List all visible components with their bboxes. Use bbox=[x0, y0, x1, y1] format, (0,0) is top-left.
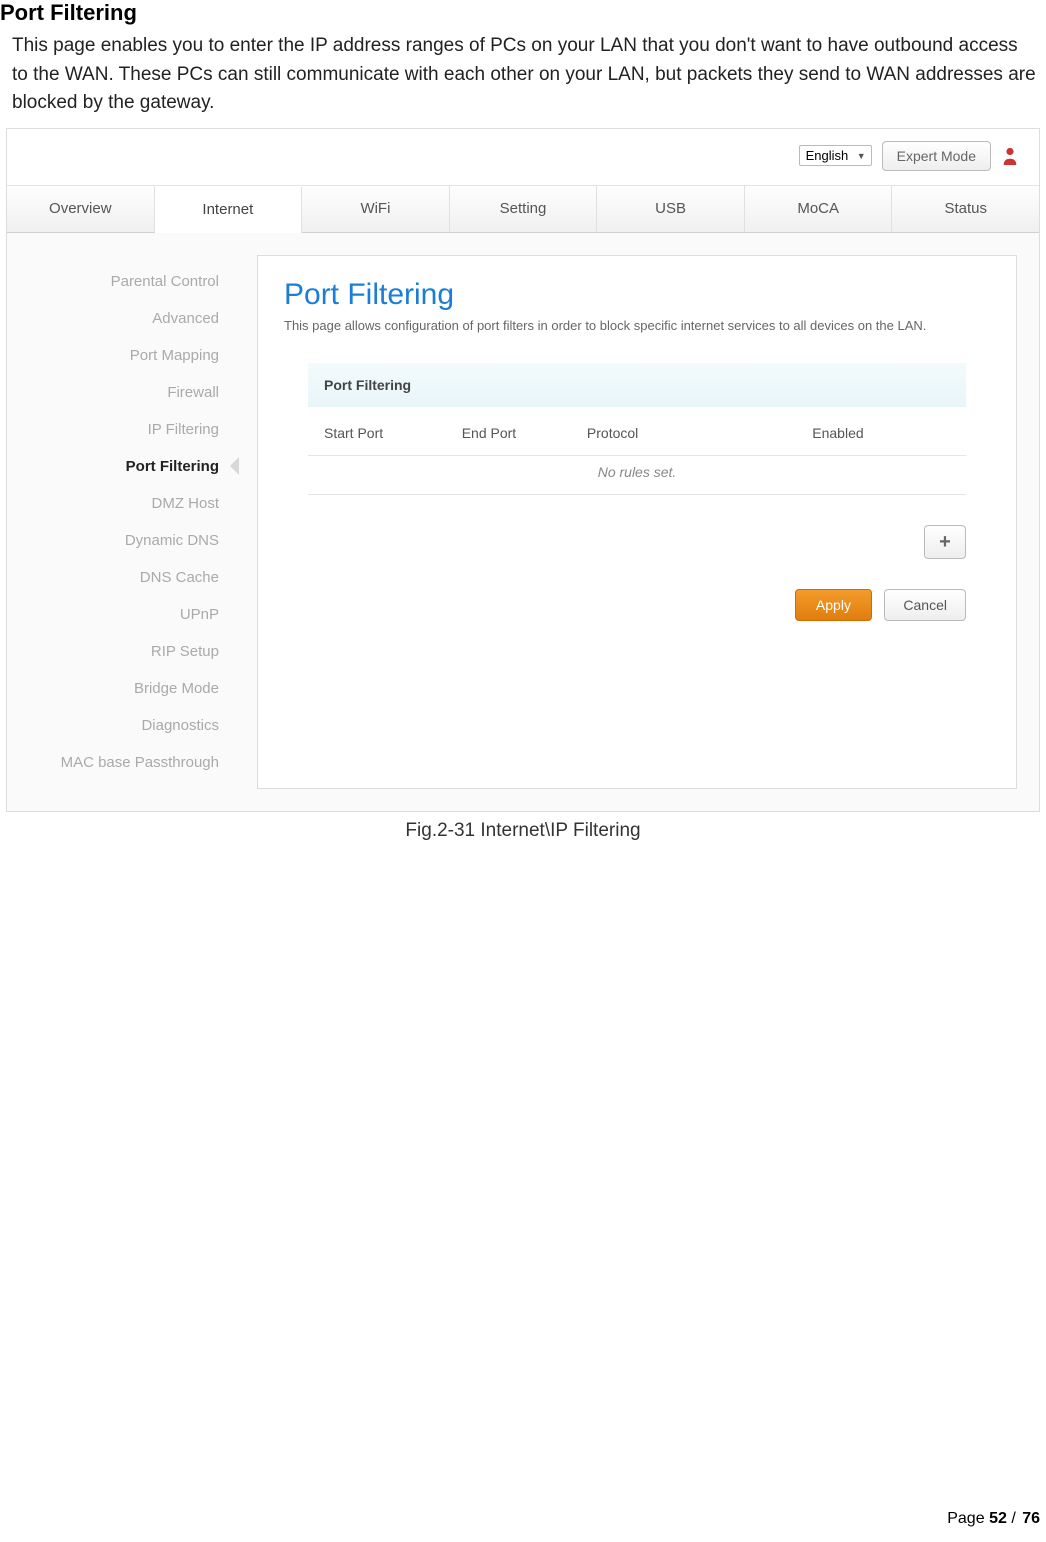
sidebar-item-ip-filtering[interactable]: IP Filtering bbox=[7, 411, 229, 448]
sidebar-item-mac-passthrough[interactable]: MAC base Passthrough bbox=[7, 744, 229, 781]
tab-moca[interactable]: MoCA bbox=[745, 186, 893, 232]
figure-caption: Fig.2-31 Internet\IP Filtering bbox=[0, 820, 1046, 842]
sidebar-item-port-filtering[interactable]: Port Filtering bbox=[7, 448, 229, 485]
tab-usb[interactable]: USB bbox=[597, 186, 745, 232]
tab-overview[interactable]: Overview bbox=[7, 186, 155, 232]
add-row: + bbox=[308, 495, 966, 583]
sidebar-item-bridge-mode[interactable]: Bridge Mode bbox=[7, 670, 229, 707]
tab-internet[interactable]: Internet bbox=[155, 187, 303, 233]
sidebar-item-firewall[interactable]: Firewall bbox=[7, 374, 229, 411]
topbar: English Expert Mode bbox=[7, 129, 1039, 186]
port-filtering-panel: Port Filtering Start Port End Port Proto… bbox=[308, 363, 966, 621]
page-label: Page bbox=[947, 1510, 984, 1527]
page-separator: / bbox=[1011, 1510, 1022, 1527]
page-intro: This page allows configuration of port f… bbox=[284, 316, 990, 336]
main-tabs: Overview Internet WiFi Setting USB MoCA … bbox=[7, 186, 1039, 233]
panel-header: Port Filtering bbox=[308, 363, 966, 407]
sidebar-item-port-mapping[interactable]: Port Mapping bbox=[7, 337, 229, 374]
router-ui-screenshot: English Expert Mode Overview Internet Wi… bbox=[6, 128, 1040, 812]
action-row: Apply Cancel bbox=[308, 583, 966, 621]
user-icon[interactable] bbox=[1001, 145, 1019, 167]
apply-button[interactable]: Apply bbox=[795, 589, 872, 621]
empty-state-message: No rules set. bbox=[308, 456, 966, 495]
main-area: Parental Control Advanced Port Mapping F… bbox=[7, 233, 1039, 811]
sidebar-item-diagnostics[interactable]: Diagnostics bbox=[7, 707, 229, 744]
tab-wifi[interactable]: WiFi bbox=[302, 186, 450, 232]
add-rule-button[interactable]: + bbox=[924, 525, 966, 559]
tab-setting[interactable]: Setting bbox=[450, 186, 598, 232]
table-header-row: Start Port End Port Protocol Enabled bbox=[308, 407, 966, 456]
col-start-port: Start Port bbox=[324, 425, 462, 441]
expert-mode-button[interactable]: Expert Mode bbox=[882, 141, 991, 171]
col-protocol: Protocol bbox=[587, 425, 812, 441]
page-total: 76 bbox=[1022, 1510, 1040, 1527]
sidebar-item-dmz-host[interactable]: DMZ Host bbox=[7, 485, 229, 522]
sidebar-item-dynamic-dns[interactable]: Dynamic DNS bbox=[7, 522, 229, 559]
page-footer: Page 52 / 76 bbox=[947, 1510, 1040, 1528]
doc-section-desc: This page enables you to enter the IP ad… bbox=[0, 32, 1046, 118]
sidebar-item-parental-control[interactable]: Parental Control bbox=[7, 263, 229, 300]
tab-status[interactable]: Status bbox=[892, 186, 1039, 232]
page-current: 52 bbox=[989, 1510, 1007, 1527]
sidebar-item-upnp[interactable]: UPnP bbox=[7, 596, 229, 633]
doc-section-title: Port Filtering bbox=[0, 0, 1046, 26]
sidebar-item-advanced[interactable]: Advanced bbox=[7, 300, 229, 337]
cancel-button[interactable]: Cancel bbox=[884, 589, 966, 621]
col-enabled: Enabled bbox=[812, 425, 950, 441]
language-select[interactable]: English bbox=[799, 145, 872, 166]
sidebar-item-rip-setup[interactable]: RIP Setup bbox=[7, 633, 229, 670]
sidebar-item-dns-cache[interactable]: DNS Cache bbox=[7, 559, 229, 596]
col-end-port: End Port bbox=[462, 425, 587, 441]
sidebar: Parental Control Advanced Port Mapping F… bbox=[7, 233, 247, 811]
page-title: Port Filtering bbox=[284, 278, 990, 312]
content-panel: Port Filtering This page allows configur… bbox=[257, 255, 1017, 789]
